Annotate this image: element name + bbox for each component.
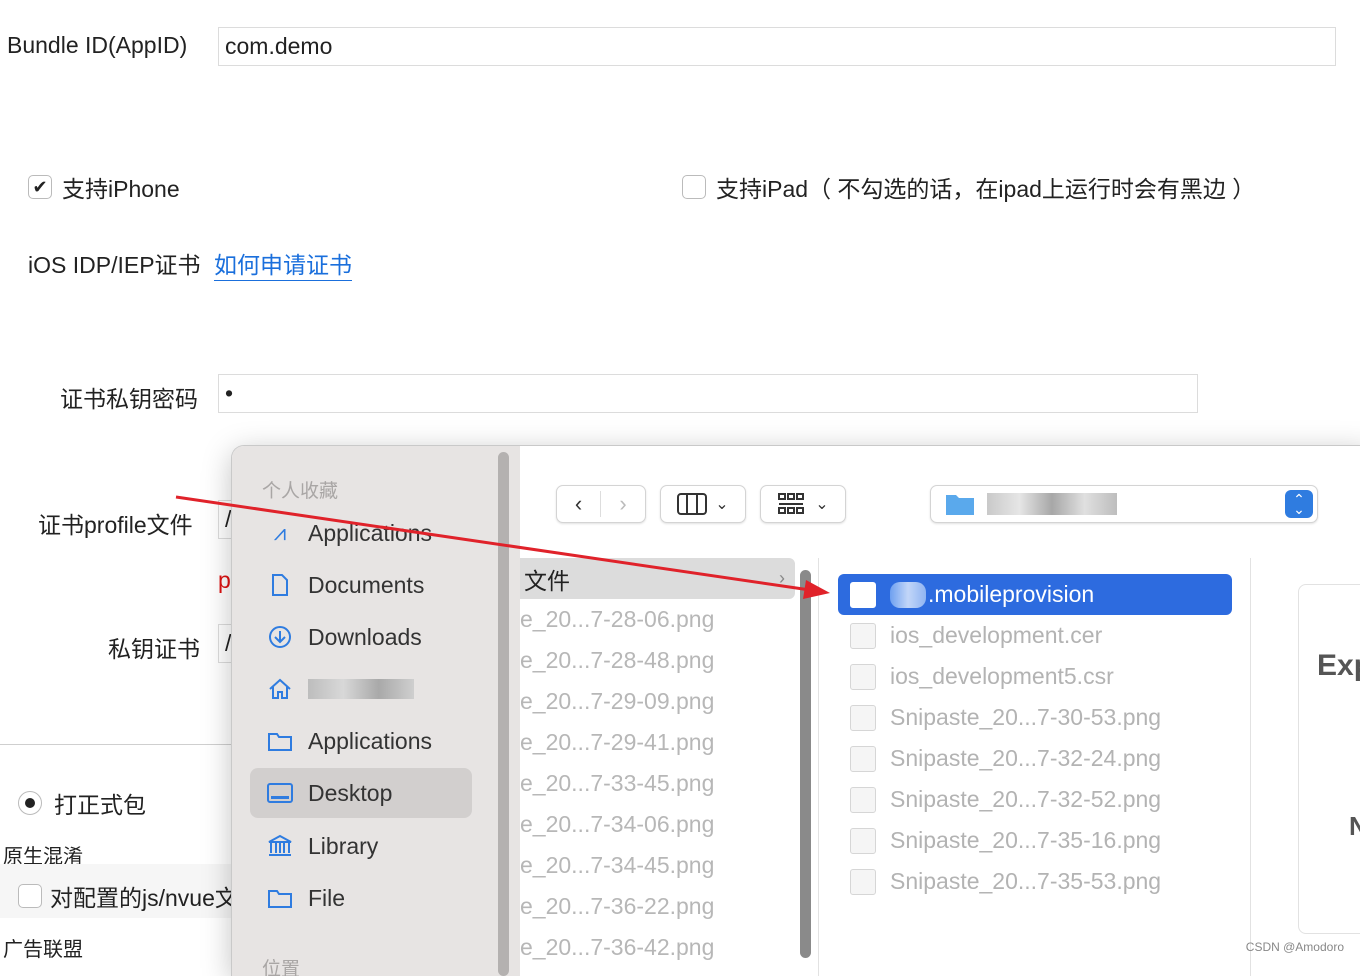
watermark: CSDN @Amodoro (1246, 940, 1344, 954)
annotation-arrow (0, 0, 1360, 962)
